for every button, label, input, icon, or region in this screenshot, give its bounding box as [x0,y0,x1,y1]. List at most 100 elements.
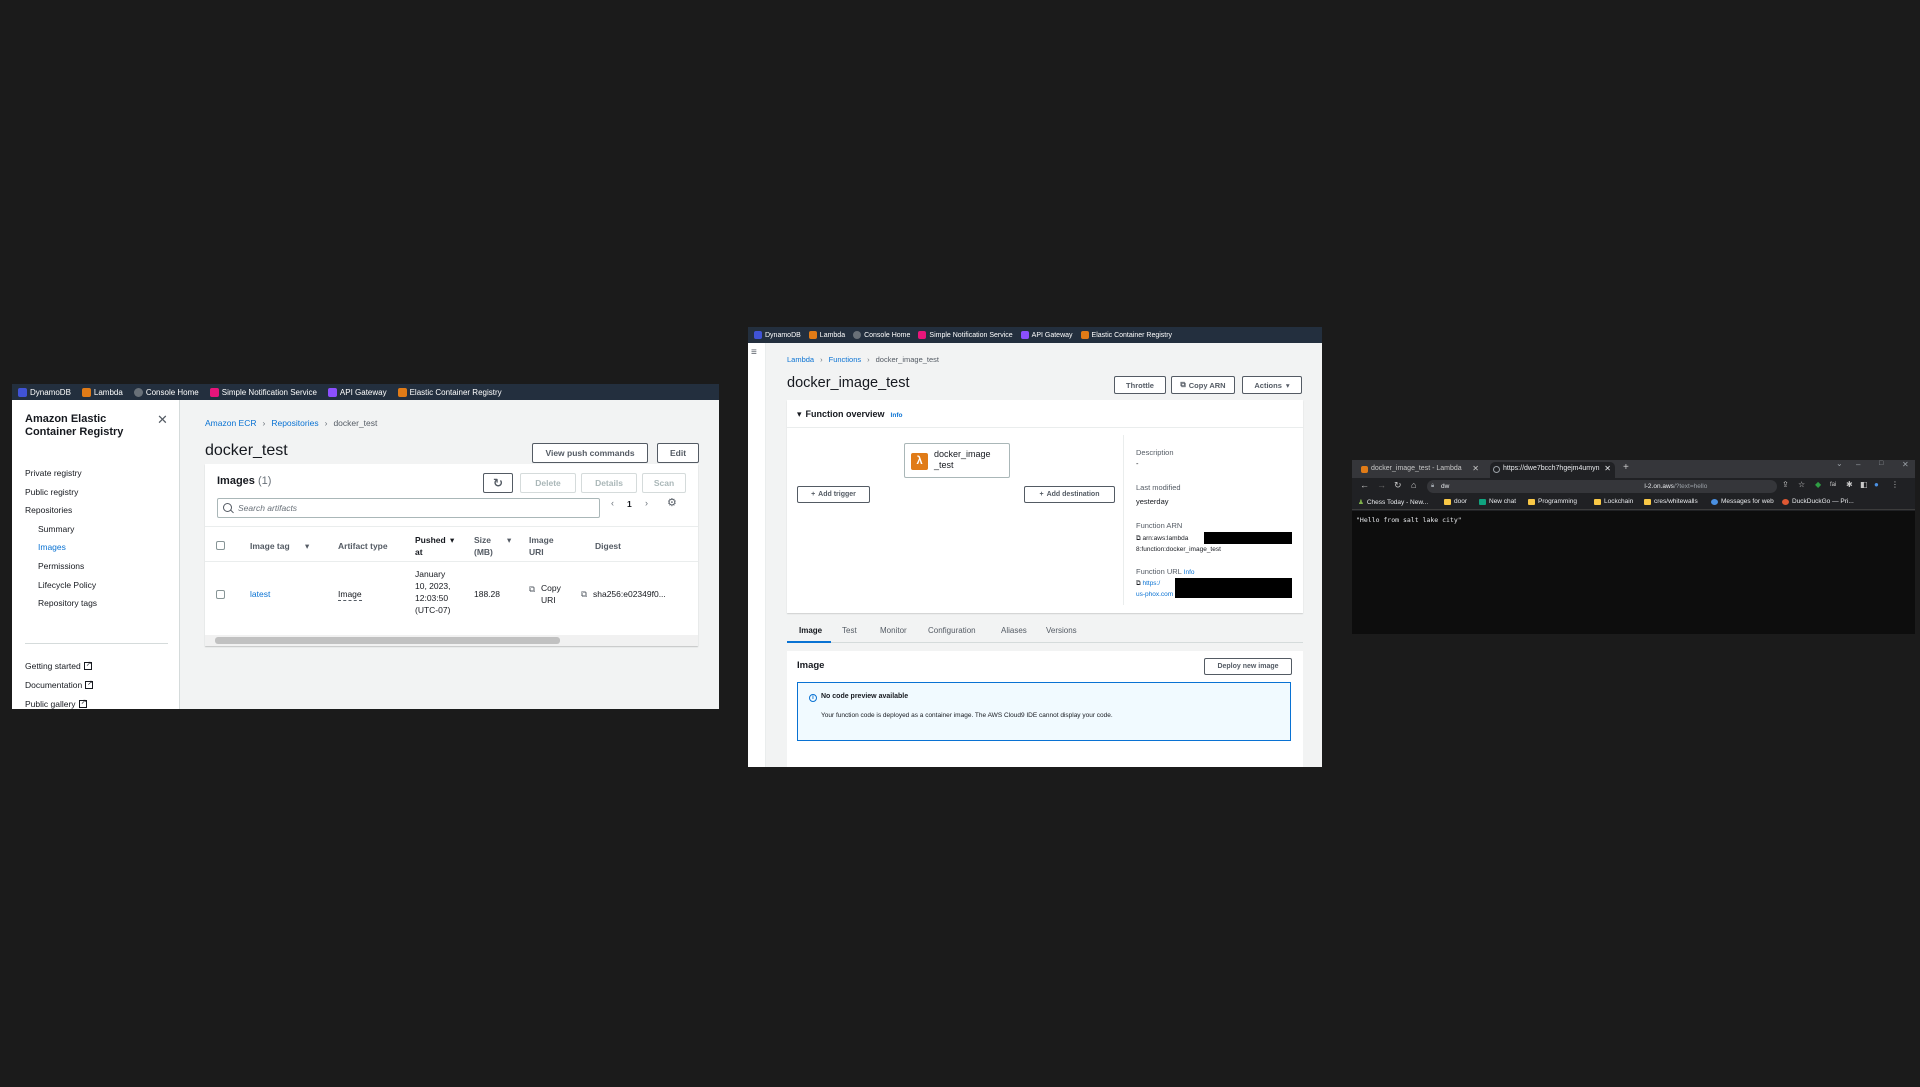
close-window-icon[interactable]: ✕ [1902,460,1909,469]
actions-dropdown[interactable]: Actions ▾ [1242,376,1302,394]
favorite-console-home[interactable]: Console Home [853,331,910,339]
favorite-lambda[interactable]: Lambda [81,387,123,397]
favorite-api-gateway[interactable]: API Gateway [327,387,387,397]
column-image-uri[interactable]: Image URI [529,534,559,558]
new-tab-button[interactable]: + [1623,462,1629,473]
reload-icon[interactable]: ↻ [1394,480,1402,491]
tab-test[interactable]: Test [842,626,857,635]
bookmark-cres-whitewalls[interactable]: cres/whitewalls [1644,498,1698,505]
details-button[interactable]: Details [581,473,637,493]
column-artifact-type[interactable]: Artifact type [338,540,388,552]
browser-tab-lambda[interactable]: docker_image_test - Lambda ✕ [1358,462,1483,478]
copy-icon[interactable]: ⧉ [1136,580,1141,587]
copy-icon[interactable]: ⧉ [1136,535,1141,542]
bookmark-door[interactable]: door [1444,498,1467,505]
favorite-sns[interactable]: Simple Notification Service [209,387,317,397]
delete-button[interactable]: Delete [520,473,576,493]
public-gallery-link[interactable]: Public gallery [25,697,93,709]
copy-icon[interactable]: ⧉ [581,588,587,600]
close-tab-icon[interactable]: ✕ [1604,462,1611,476]
sort-down-icon[interactable]: ▾ [450,534,454,546]
tab-aliases[interactable]: Aliases [1001,626,1027,635]
tab-versions[interactable]: Versions [1046,626,1077,635]
bookmark-duckduckgo[interactable]: DuckDuckGo — Pri... [1782,498,1854,505]
favorite-api-gateway[interactable]: API Gateway [1020,331,1073,339]
favorite-sns[interactable]: Simple Notification Service [918,331,1013,339]
scan-button[interactable]: Scan [642,473,686,493]
more-menu-icon[interactable]: ⋮ [1891,480,1899,489]
extension-icon[interactable]: ◆ [1815,480,1821,489]
favorite-ecr[interactable]: Elastic Container Registry [1080,331,1172,339]
function-url-value[interactable]: ⧉ https:/ [1136,580,1160,588]
bookmark-messages[interactable]: Messages for web [1711,498,1774,505]
next-page-icon[interactable]: › [645,498,648,508]
bookmark-chess-today[interactable]: ♟ Chess Today - New... [1358,498,1428,507]
favorite-ecr[interactable]: Elastic Container Registry [397,387,502,397]
favorite-dynamodb[interactable]: DynamoDB [18,387,71,397]
hamburger-menu-icon[interactable]: ≡ [751,347,757,358]
favorite-console-home[interactable]: Console Home [133,387,199,397]
minimize-icon[interactable]: – [1856,460,1860,469]
forward-icon[interactable]: → [1377,480,1386,490]
close-tab-icon[interactable]: ✕ [1472,462,1479,476]
bookmark-lockchain[interactable]: Lockchain [1594,498,1633,505]
function-url-value-cont[interactable]: us-phox.com [1136,591,1173,598]
copy-arn-button[interactable]: ⧉ Copy ARN [1171,376,1235,394]
image-tag-link[interactable]: latest [250,588,270,600]
sidepanel-icon[interactable]: ◧ [1860,480,1868,489]
column-pushed-at[interactable]: Pushed at [415,534,449,558]
sidebar-item-repository-tags[interactable]: Repository tags [25,597,97,616]
horizontal-scrollbar[interactable] [205,635,698,646]
breadcrumb-lambda[interactable]: Lambda [787,355,814,364]
function-overview-header[interactable]: ▾ Function overview Info [797,409,902,420]
sidebar-item-permissions[interactable]: Permissions [25,560,97,579]
column-size[interactable]: Size (MB) [474,534,504,558]
documentation-link[interactable]: Documentation [25,678,94,698]
share-icon[interactable]: ⇪ [1782,480,1789,489]
sidebar-item-repositories[interactable]: Repositories [25,504,97,523]
tab-monitor[interactable]: Monitor [880,626,907,635]
edit-button[interactable]: Edit [657,443,699,463]
info-link[interactable]: Info [891,412,903,419]
getting-started-link[interactable]: Getting started [25,659,93,679]
copy-icon[interactable]: ⧉ [529,583,535,595]
sort-down-icon[interactable]: ▾ [305,540,309,552]
home-icon[interactable]: ⌂ [1411,480,1416,490]
prev-page-icon[interactable]: ‹ [611,498,614,508]
search-input[interactable]: Search artifacts [217,498,600,518]
profile-avatar-icon[interactable]: ● [1874,480,1879,489]
sort-down-icon[interactable]: ▾ [507,534,511,546]
breadcrumb-amazon-ecr[interactable]: Amazon ECR [205,418,257,428]
select-all-checkbox[interactable] [216,541,225,550]
view-push-commands-button[interactable]: View push commands [532,443,648,463]
copy-uri-button[interactable]: Copy URI [541,582,567,606]
settings-gear-icon[interactable]: ⚙ [667,496,677,509]
page-number[interactable]: 1 [627,499,632,509]
sidebar-item-images[interactable]: Images [25,541,97,560]
favorite-lambda[interactable]: Lambda [808,331,845,339]
extension-label-icon[interactable]: fai [1830,482,1836,488]
sidebar-item-private-registry[interactable]: Private registry [25,467,97,486]
maximize-icon[interactable]: □ [1879,460,1883,467]
tab-search-icon[interactable]: ⌄ [1836,460,1843,468]
tab-configuration[interactable]: Configuration [928,626,976,635]
browser-tab-active[interactable]: https://dwe7bcch7hgejm4umyn ✕ [1490,462,1615,478]
row-checkbox[interactable] [216,590,225,599]
deploy-new-image-button[interactable]: Deploy new image [1204,658,1292,675]
tab-image[interactable]: Image [799,626,822,635]
throttle-button[interactable]: Throttle [1114,376,1166,394]
favorite-dynamodb[interactable]: DynamoDB [754,331,801,339]
column-image-tag[interactable]: Image tag [250,540,290,552]
refresh-button[interactable]: ↻ [483,473,513,493]
bookmark-programming[interactable]: Programming [1528,498,1577,505]
close-icon[interactable]: ✕ [157,412,168,428]
star-icon[interactable]: ☆ [1798,480,1805,489]
breadcrumb-repositories[interactable]: Repositories [271,418,318,428]
address-bar[interactable]: 🔒︎ dw l-2.on.aws/?text=hello [1427,480,1777,493]
info-link[interactable]: Info [1184,569,1195,576]
scrollbar-thumb[interactable] [215,637,560,644]
sidebar-item-lifecycle-policy[interactable]: Lifecycle Policy [25,579,97,598]
sidebar-item-summary[interactable]: Summary [25,523,97,542]
puzzle-icon[interactable]: ✱ [1846,480,1853,489]
column-digest[interactable]: Digest [595,540,621,552]
